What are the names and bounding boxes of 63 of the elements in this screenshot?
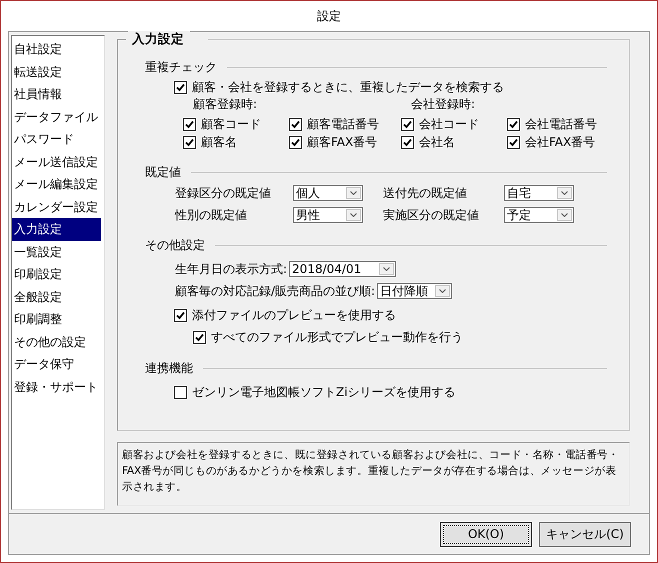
group-label: 会社登録時: [411,96,476,112]
checkbox-label: 顧客・会社を登録するときに、重複したデータを検索する [192,80,504,95]
checkbox[interactable] [193,331,206,344]
group-label: 顧客登録時: [193,96,258,112]
sidebar-item[interactable]: 転送設定 [12,60,101,83]
checkbox-label: 添付ファイルのプレビューを使用する [192,308,396,323]
description-text: 顧客および会社を登録するときに、既に登録されている顧客および会社に、コード・名称・電話番号・FAX番号が同じものがあるかどうかを検索します。重複したデータが存在する場合は、メッセージが表示されます。 [117,442,630,506]
dropdown[interactable]: 予定 [504,207,574,223]
checkbox[interactable] [183,136,196,149]
sidebar-item[interactable]: 全般設定 [12,286,101,308]
ok-button[interactable]: OK(O) [440,522,532,546]
sidebar-item[interactable]: 一覧設定 [12,240,101,263]
checkbox[interactable] [183,118,196,131]
sidebar-item[interactable]: メール編集設定 [12,173,101,196]
checkbox[interactable] [507,118,520,131]
dropdown[interactable]: 個人 [293,185,363,201]
sidebar-item[interactable]: パスワード [12,128,101,150]
checkbox-label: 会社名 [419,135,455,150]
section-heading: 既定値 [145,164,181,180]
field-label: 生年月日の表示方式: [175,262,288,276]
checkbox[interactable] [289,136,302,149]
sidebar-item[interactable]: データ保守 [12,353,101,376]
checkbox[interactable] [401,118,414,131]
group-title: 入力設定 [128,31,190,46]
checkbox-label: 顧客電話番号 [307,117,379,132]
dropdown[interactable]: 2018/04/01 [289,261,396,277]
sidebar-item[interactable]: カレンダー設定 [12,196,101,218]
field-label: 実施区分の既定値 [383,208,480,222]
checkbox[interactable] [174,386,187,399]
sidebar-item[interactable]: 社員情報 [12,83,101,106]
sidebar-item[interactable]: その他の設定 [12,330,101,353]
checkbox[interactable] [174,309,187,322]
sidebar-item[interactable]: 印刷調整 [12,308,101,330]
section-heading: 重複チェック [145,60,217,74]
sidebar-item[interactable]: データファイル [12,106,101,128]
checkbox-label: 顧客名 [201,135,237,150]
cancel-button[interactable]: キャンセル(C) [539,522,631,546]
checkbox-label: 会社電話番号 [525,117,597,132]
checkbox-label: すべてのファイル形式でプレビュー動作を行う [211,330,463,345]
checkbox-label: 会社コード [419,117,479,132]
checkbox[interactable] [289,118,302,131]
section-heading: その他設定 [145,238,205,252]
sidebar-item[interactable]: 入力設定 [12,218,101,240]
dropdown[interactable]: 自宅 [504,185,574,201]
field-label: 登録区分の既定値 [175,186,272,200]
field-label: 送付先の既定値 [383,186,468,200]
field-label: 顧客毎の対応記録/販売商品の並び順: [175,284,376,298]
checkbox[interactable] [174,81,187,94]
checkbox-label: 顧客コード [201,117,261,132]
checkbox[interactable] [507,136,520,149]
field-label: 性別の既定値 [175,208,248,222]
checkbox[interactable] [401,136,414,149]
section-heading: 連携機能 [145,360,193,376]
checkbox-label: 会社FAX番号 [525,135,596,150]
dropdown[interactable]: 男性 [293,207,363,223]
window-title: 設定 [317,8,341,24]
checkbox-label: ゼンリン電子地図帳ソフトZiシリーズを使用する [192,385,456,400]
sidebar-item[interactable]: 自社設定 [12,38,101,60]
sidebar-item[interactable]: メール送信設定 [12,150,101,173]
checkbox-label: 顧客FAX番号 [307,135,378,150]
dropdown[interactable]: 日付降順 [377,283,452,299]
sidebar-item[interactable]: 登録・サポート [12,376,101,398]
sidebar-item[interactable]: 印刷設定 [12,263,101,286]
